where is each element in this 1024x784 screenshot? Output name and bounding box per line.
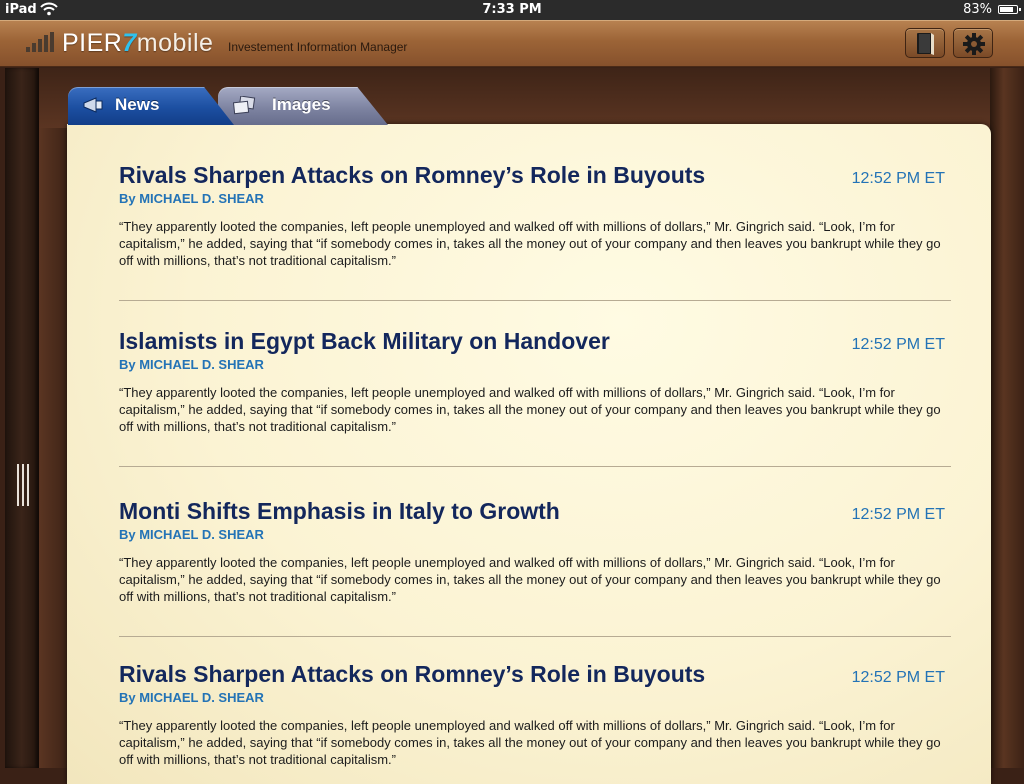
logo-text-seven: 7 [122, 29, 137, 57]
side-drawer-handle[interactable] [5, 68, 39, 768]
app-header: PIER7mobile Investement Information Mana… [0, 20, 1024, 67]
news-divider [119, 300, 951, 301]
news-title[interactable]: Monti Shifts Emphasis in Italy to Growth [119, 498, 560, 525]
wood-background-right [990, 68, 1024, 768]
news-summary: “They apparently looted the companies, l… [119, 219, 941, 268]
megaphone-icon [82, 96, 106, 119]
news-time: 12:52 PM ET [851, 170, 945, 187]
news-summary: “They apparently looted the companies, l… [119, 718, 941, 767]
news-divider [119, 466, 951, 467]
news-author: By MICHAEL D. SHEAR [119, 527, 264, 542]
tab-news-label: News [115, 95, 160, 114]
app-logo: PIER7mobile [62, 29, 213, 58]
tab-images-label: Images [272, 95, 331, 114]
library-button[interactable] [905, 28, 945, 58]
book-icon [917, 33, 934, 55]
news-item[interactable]: Monti Shifts Emphasis in Italy to Growth… [119, 498, 951, 618]
news-time: 12:52 PM ET [851, 506, 945, 523]
news-author: By MICHAEL D. SHEAR [119, 357, 264, 372]
news-item[interactable]: Rivals Sharpen Attacks on Romney’s Role … [119, 162, 951, 282]
battery-icon [998, 5, 1021, 14]
grip-lines-icon [17, 464, 31, 506]
news-item[interactable]: Rivals Sharpen Attacks on Romney’s Role … [119, 661, 951, 771]
app-tagline: Investement Information Manager [228, 40, 408, 54]
wood-background-left [39, 128, 67, 768]
news-summary: “They apparently looted the companies, l… [119, 555, 941, 604]
news-title[interactable]: Rivals Sharpen Attacks on Romney’s Role … [119, 661, 705, 688]
news-time: 12:52 PM ET [851, 336, 945, 353]
images-icon [232, 95, 256, 121]
news-summary: “They apparently looted the companies, l… [119, 385, 941, 434]
status-time: 7:33 PM [482, 2, 542, 17]
news-time: 12:52 PM ET [851, 669, 945, 686]
battery-percent: 83% [963, 2, 992, 17]
logo-text-pier: PIER [62, 29, 123, 57]
news-title[interactable]: Rivals Sharpen Attacks on Romney’s Role … [119, 162, 705, 189]
logo-text-mobile: mobile [136, 29, 214, 57]
news-author: By MICHAEL D. SHEAR [119, 191, 264, 206]
status-bar: iPad 7:33 PM 83% [0, 0, 1024, 20]
news-title[interactable]: Islamists in Egypt Back Military on Hand… [119, 328, 610, 355]
signal-bars-icon [26, 32, 56, 52]
news-list: Rivals Sharpen Attacks on Romney’s Role … [67, 124, 991, 784]
news-author: By MICHAEL D. SHEAR [119, 690, 264, 705]
news-divider [119, 636, 951, 637]
gear-icon [963, 33, 985, 55]
news-item[interactable]: Islamists in Egypt Back Military on Hand… [119, 328, 951, 448]
settings-button[interactable] [953, 28, 993, 58]
